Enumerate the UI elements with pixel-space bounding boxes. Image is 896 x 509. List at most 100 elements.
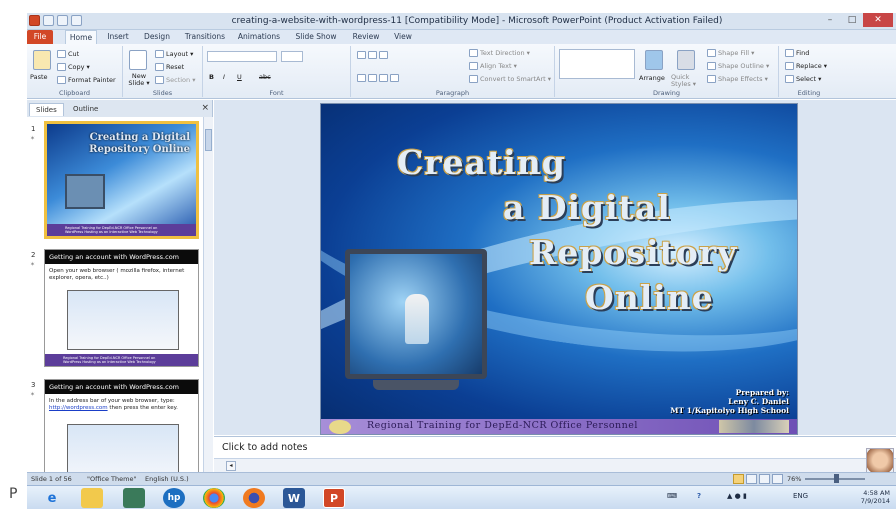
slide-thumbnail-2[interactable]: Getting an account with WordPress.com Op… xyxy=(44,249,199,367)
shapes-gallery[interactable] xyxy=(559,49,635,79)
normal-view-button[interactable] xyxy=(733,474,744,484)
current-slide[interactable]: Creating a Digital Repository Online Pre… xyxy=(320,103,798,435)
tab-view[interactable]: View xyxy=(389,30,417,44)
slide-title-line-1[interactable]: Creating xyxy=(397,144,566,182)
text-direction-button[interactable]: Text Direction ▾ xyxy=(469,49,530,57)
tab-review[interactable]: Review xyxy=(349,30,383,44)
underline-button[interactable]: U xyxy=(237,73,242,81)
deped-logo xyxy=(329,420,351,434)
align-left-icon xyxy=(357,74,366,82)
font-size-box[interactable] xyxy=(281,51,303,62)
firefox-icon[interactable] xyxy=(243,488,265,508)
shape-fill-icon xyxy=(707,49,716,57)
system-clock[interactable]: 4:58 AM 7/9/2014 xyxy=(861,489,890,505)
quick-styles-icon[interactable] xyxy=(677,50,695,70)
new-slide-icon[interactable] xyxy=(129,50,147,70)
undo-icon[interactable] xyxy=(57,15,68,26)
notes-placeholder[interactable]: Click to add notes xyxy=(222,442,307,453)
reading-view-button[interactable] xyxy=(759,474,770,484)
slide-sorter-button[interactable] xyxy=(746,474,757,484)
slide-title-line-3[interactable]: Repository xyxy=(529,234,737,272)
internet-explorer-icon[interactable]: e xyxy=(41,488,63,508)
arrange-icon[interactable] xyxy=(645,50,663,70)
language-indicator[interactable]: English (U.S.) xyxy=(145,475,189,483)
copy-button[interactable]: Copy ▾ xyxy=(57,63,90,71)
tray-language[interactable]: ENG xyxy=(793,492,808,500)
thumb-body: In the address bar of your web browser, … xyxy=(49,398,194,412)
cut-button[interactable]: Cut xyxy=(57,50,79,58)
prepared-by-block[interactable]: Prepared by: Leny C. Daniel MT 1/Kapitol… xyxy=(670,388,789,415)
quick-styles-button[interactable]: Quick Styles ▾ xyxy=(671,74,701,88)
powerpoint-window: P creating-a-website-with-wordpress-11 [… xyxy=(0,0,896,509)
tab-insert[interactable]: Insert xyxy=(103,30,133,44)
scroll-left-button[interactable]: ◂ xyxy=(226,461,236,471)
scrollbar-thumb[interactable] xyxy=(205,129,212,151)
paste-icon[interactable] xyxy=(33,50,51,70)
align-buttons[interactable] xyxy=(357,74,399,82)
zoom-level[interactable]: 76% xyxy=(787,475,801,483)
scissors-icon xyxy=(57,50,66,58)
save-icon[interactable] xyxy=(43,15,54,26)
copy-label: Copy ▾ xyxy=(68,63,90,71)
italic-button[interactable]: I xyxy=(223,73,225,81)
keyboard-icon[interactable]: ⌨ xyxy=(667,492,677,500)
photos-icon[interactable] xyxy=(123,488,145,508)
powerpoint-app-icon[interactable] xyxy=(29,15,40,26)
word-icon[interactable]: W xyxy=(283,488,305,508)
strikethrough-button[interactable]: abc xyxy=(259,73,271,81)
reset-button[interactable]: Reset xyxy=(155,63,184,71)
maximize-button[interactable]: □ xyxy=(841,13,863,27)
network-icon[interactable]: ▲ ● ▮ xyxy=(727,492,747,500)
replace-button[interactable]: Replace ▾ xyxy=(785,62,827,70)
select-button[interactable]: Select ▾ xyxy=(785,75,821,83)
tab-slides[interactable]: Slides xyxy=(29,103,64,116)
shape-effects-button[interactable]: Shape Effects ▾ xyxy=(707,75,768,83)
help-icon[interactable]: ? xyxy=(697,492,701,500)
align-text-button[interactable]: Align Text ▾ xyxy=(469,62,517,70)
prepared-by-label: Prepared by: xyxy=(735,388,789,397)
reset-label: Reset xyxy=(166,63,185,71)
slide-thumbnail-1[interactable]: Creating a Digital Repository Online Reg… xyxy=(44,121,199,239)
tab-slide-show[interactable]: Slide Show xyxy=(293,30,339,44)
format-painter-button[interactable]: Format Painter xyxy=(57,76,116,84)
horizontal-scrollbar[interactable]: ◂ xyxy=(214,458,896,472)
font-name-box[interactable] xyxy=(207,51,277,62)
shape-fill-button[interactable]: Shape Fill ▾ xyxy=(707,49,754,57)
powerpoint-icon[interactable]: P xyxy=(323,488,345,508)
notes-pane[interactable]: Click to add notes xyxy=(214,436,896,458)
shape-effects-label: Shape Effects ▾ xyxy=(718,75,768,83)
section-button[interactable]: Section ▾ xyxy=(155,76,195,84)
chrome-icon[interactable] xyxy=(203,488,225,508)
tab-home[interactable]: Home xyxy=(65,30,97,44)
tab-outline[interactable]: Outline xyxy=(67,103,104,116)
tab-design[interactable]: Design xyxy=(141,30,173,44)
minimize-button[interactable]: – xyxy=(819,13,841,27)
close-pane-icon[interactable]: × xyxy=(201,103,209,113)
slide-title-line-4[interactable]: Online xyxy=(585,279,714,317)
redo-icon[interactable] xyxy=(71,15,82,26)
bullets-button[interactable] xyxy=(357,51,388,59)
tab-animations[interactable]: Animations xyxy=(237,30,281,44)
layout-button[interactable]: Layout ▾ xyxy=(155,50,193,58)
thumbnail-scrollbar[interactable] xyxy=(203,117,213,472)
slide-thumbnail-3[interactable]: Getting an account with WordPress.com In… xyxy=(44,379,199,472)
close-button[interactable]: ✕ xyxy=(863,13,893,27)
paste-button[interactable]: Paste xyxy=(30,73,48,81)
hp-icon[interactable]: hp xyxy=(163,488,185,508)
find-button[interactable]: Find xyxy=(785,49,809,57)
bold-button[interactable]: B xyxy=(209,73,214,81)
zoom-slider-knob[interactable] xyxy=(834,474,839,483)
shape-outline-button[interactable]: Shape Outline ▾ xyxy=(707,62,769,70)
new-slide-button[interactable]: New Slide ▾ xyxy=(125,73,153,87)
slideshow-view-button[interactable] xyxy=(772,474,783,484)
arrange-button[interactable]: Arrange xyxy=(639,74,665,82)
convert-smartart-button[interactable]: Convert to SmartArt ▾ xyxy=(469,75,551,83)
slide-title-line-2[interactable]: a Digital xyxy=(503,189,671,227)
tab-file[interactable]: File xyxy=(27,30,53,44)
tab-transitions[interactable]: Transitions xyxy=(183,30,227,44)
align-text-icon xyxy=(469,62,478,70)
file-explorer-icon[interactable] xyxy=(81,488,103,508)
text-direction-label: Text Direction ▾ xyxy=(480,49,530,57)
theme-name[interactable]: "Office Theme" xyxy=(87,475,136,483)
thumb-body: Open your web browser ( mozilla firefox,… xyxy=(49,268,194,282)
